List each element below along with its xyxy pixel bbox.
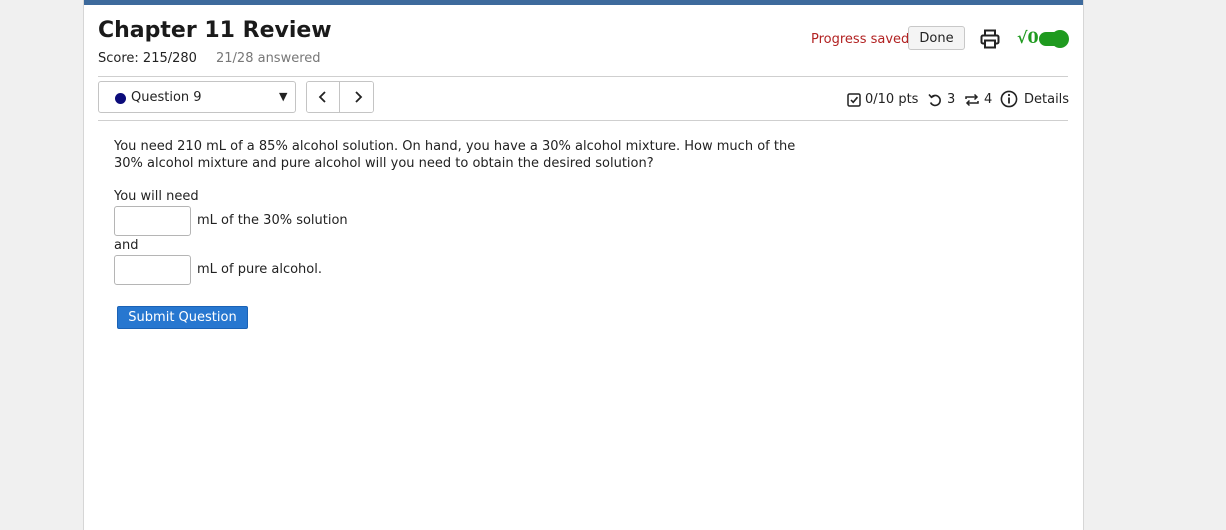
repeat-icon [965, 93, 979, 107]
submit-question-button[interactable]: Submit Question [117, 306, 248, 329]
math-symbol-icon[interactable]: √0 [1017, 28, 1039, 48]
toggle-knob [1051, 30, 1069, 48]
top-accent-bar [84, 0, 1083, 5]
answered-count: 21/28 answered [216, 51, 321, 66]
chevron-right-icon [354, 91, 362, 103]
question-panel: Chapter 11 Review Score: 215/280 21/28 a… [83, 0, 1084, 530]
answer-input-pure-alcohol[interactable] [114, 255, 191, 285]
nav-divider [98, 120, 1068, 121]
previous-question-button[interactable] [307, 82, 340, 112]
next-question-button[interactable] [341, 82, 373, 112]
answer1-unit-label: mL of the 30% solution [197, 213, 348, 228]
points-text: 0/10 pts [865, 92, 919, 107]
caret-down-icon: ▼ [279, 90, 288, 103]
sqrt-zero-label: √0 [1017, 28, 1039, 47]
answer-input-30-percent[interactable] [114, 206, 191, 236]
checkbox-icon [847, 93, 861, 107]
answer-intro: You will need [114, 189, 199, 204]
retries-count: 3 [947, 92, 956, 107]
score-text: Score: 215/280 [98, 51, 197, 66]
details-label: Details [1024, 92, 1070, 107]
header-divider [98, 76, 1068, 77]
question-selector[interactable]: Question 9 ▼ [98, 81, 296, 113]
printer-icon[interactable] [979, 28, 1001, 50]
question-status-dot [115, 93, 126, 104]
question-selector-label: Question 9 [131, 90, 202, 105]
progress-saved-status: Progress saved [811, 32, 910, 47]
chevron-left-icon [318, 91, 326, 103]
undo-icon [928, 93, 941, 107]
done-button[interactable]: Done [908, 26, 965, 50]
attempts-count: 4 [984, 92, 993, 107]
question-text: You need 210 mL of a 85% alcohol solutio… [114, 139, 796, 171]
answer-connector: and [114, 238, 139, 253]
question-nav-group [306, 81, 374, 113]
answer2-unit-label: mL of pure alcohol. [197, 262, 322, 277]
info-icon [1000, 90, 1018, 108]
math-input-toggle[interactable] [1039, 30, 1069, 48]
page-title: Chapter 11 Review [98, 18, 332, 43]
